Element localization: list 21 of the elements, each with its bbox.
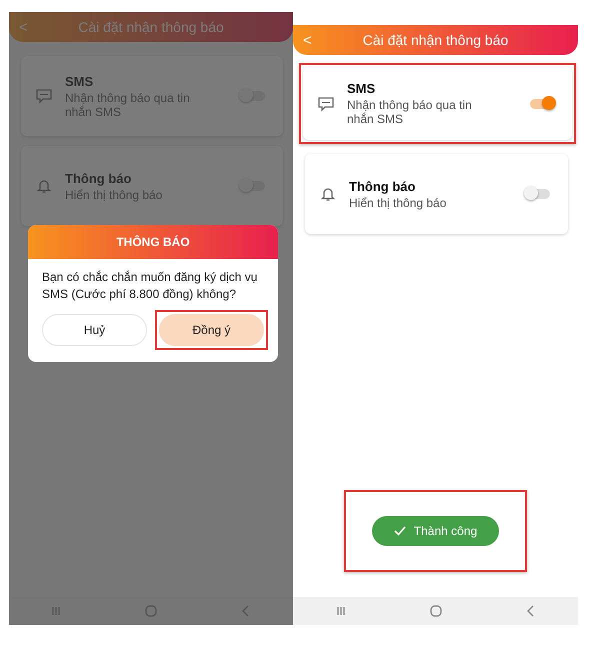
dialog-message: Bạn có chắc chắn muốn đăng ký dịch vụ SMS (Cước phí 8.800 đồng) không? — [41, 269, 258, 304]
setting-title: SMS — [347, 81, 376, 96]
cancel-button[interactable]: Huỷ — [42, 314, 147, 346]
check-icon — [394, 526, 406, 536]
toggle-switch[interactable] — [241, 91, 265, 101]
toggle-switch[interactable] — [526, 189, 550, 199]
confirm-button[interactable]: Đồng ý — [159, 314, 264, 346]
home-icon[interactable] — [144, 604, 158, 618]
screen-title: Cài đặt nhận thông báo — [362, 32, 510, 48]
setting-title: SMS — [65, 74, 94, 88]
setting-title: Thông báo — [65, 170, 132, 186]
message-icon — [317, 94, 335, 112]
toggle-switch[interactable] — [530, 98, 554, 108]
home-icon[interactable] — [428, 604, 442, 618]
setting-description: Hiển thị thông báo — [349, 196, 448, 210]
dialog-title: THÔNG BÁO — [28, 225, 278, 259]
message-icon — [35, 87, 53, 105]
setting-description: Nhận thông báo qua tin nhắn SMS — [347, 98, 473, 126]
toast-text: Thành công — [414, 524, 478, 538]
setting-title: Thông báo — [349, 178, 416, 194]
toggle-switch[interactable] — [241, 181, 265, 191]
